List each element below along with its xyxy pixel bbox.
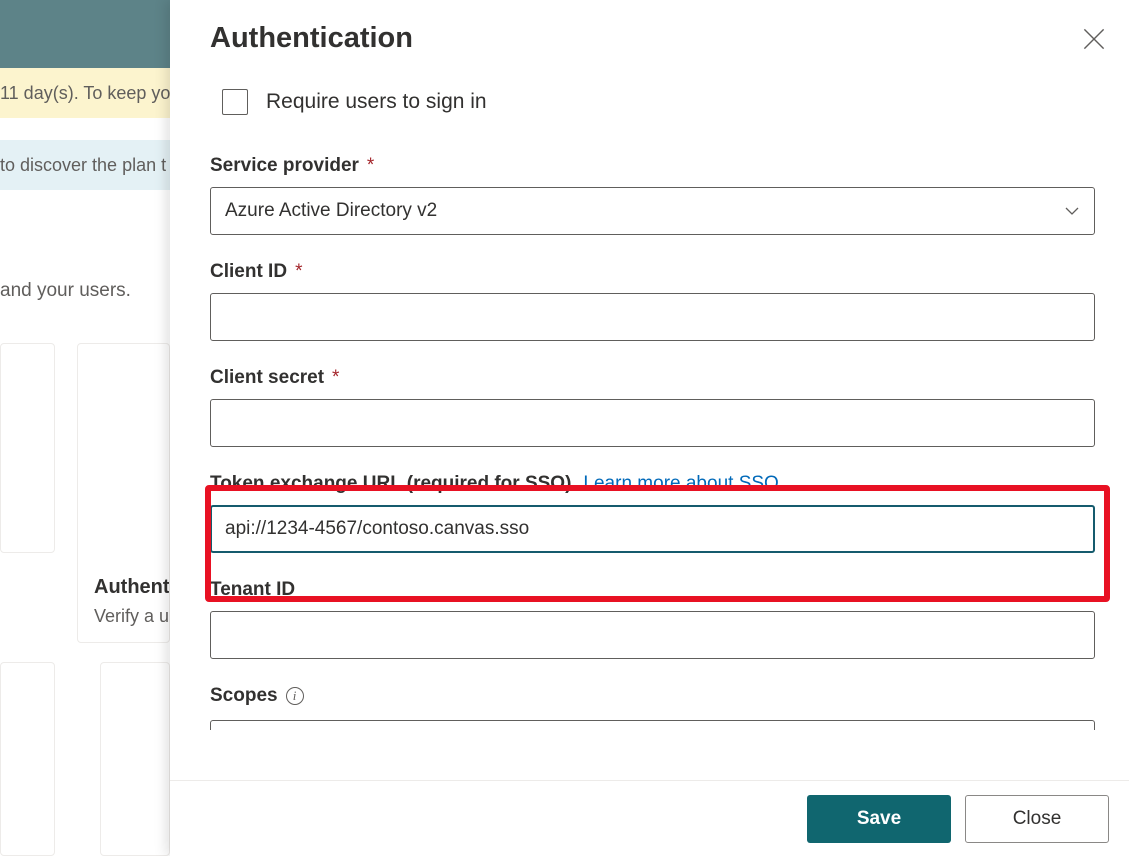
label-text: Scopes bbox=[210, 685, 278, 707]
client-secret-input[interactable] bbox=[210, 399, 1095, 447]
token-exchange-label: Token exchange URL (required for SSO) Le… bbox=[210, 473, 1095, 495]
require-signin-checkbox[interactable] bbox=[222, 89, 248, 115]
service-provider-select[interactable]: Azure Active Directory v2 bbox=[210, 187, 1095, 235]
token-exchange-group: Token exchange URL (required for SSO) Le… bbox=[210, 473, 1095, 553]
info-banner-text: to discover the plan t bbox=[0, 155, 166, 176]
info-icon[interactable]: i bbox=[286, 687, 304, 705]
scopes-input[interactable] bbox=[210, 720, 1095, 730]
label-text: Token exchange URL (required for SSO) bbox=[210, 473, 571, 495]
token-exchange-input[interactable] bbox=[210, 505, 1095, 553]
section-helper-text: and your users. bbox=[0, 280, 131, 302]
trial-banner: 11 day(s). To keep yo bbox=[0, 68, 170, 118]
client-id-label: Client ID * bbox=[210, 261, 1095, 283]
bg-card bbox=[0, 662, 55, 856]
client-id-input[interactable] bbox=[210, 293, 1095, 341]
bg-card-title: Authent bbox=[94, 576, 170, 599]
panel-title: Authentication bbox=[210, 22, 1095, 55]
bg-card-subtitle: Verify a u bbox=[94, 606, 169, 627]
tenant-id-label: Tenant ID bbox=[210, 579, 1095, 601]
learn-more-sso-link[interactable]: Learn more about SSO bbox=[583, 473, 778, 495]
trial-banner-text: 11 day(s). To keep yo bbox=[0, 83, 170, 104]
save-button[interactable]: Save bbox=[807, 795, 951, 843]
scopes-group: Scopes i bbox=[210, 685, 1095, 735]
scopes-label: Scopes i bbox=[210, 685, 1095, 707]
chevron-down-icon bbox=[1064, 203, 1080, 219]
client-id-group: Client ID * bbox=[210, 261, 1095, 341]
bg-card bbox=[0, 343, 55, 553]
close-button[interactable]: Close bbox=[965, 795, 1109, 843]
required-asterisk: * bbox=[332, 367, 339, 389]
required-asterisk: * bbox=[367, 155, 374, 177]
bg-card bbox=[100, 662, 170, 856]
bg-card-authentication: Authent Verify a u bbox=[77, 343, 170, 643]
require-signin-label: Require users to sign in bbox=[266, 90, 487, 114]
label-text: Service provider bbox=[210, 155, 359, 177]
tenant-id-input[interactable] bbox=[210, 611, 1095, 659]
service-provider-label: Service provider * bbox=[210, 155, 1095, 177]
require-signin-row: Require users to sign in bbox=[222, 89, 1095, 115]
service-provider-group: Service provider * Azure Active Director… bbox=[210, 155, 1095, 235]
client-secret-group: Client secret * bbox=[210, 367, 1095, 447]
tenant-id-group: Tenant ID bbox=[210, 579, 1095, 659]
client-secret-label: Client secret * bbox=[210, 367, 1095, 389]
label-text: Client ID bbox=[210, 261, 287, 283]
label-text: Tenant ID bbox=[210, 579, 295, 601]
info-banner: to discover the plan t bbox=[0, 140, 170, 190]
label-text: Client secret bbox=[210, 367, 324, 389]
panel-body: Authentication Require users to sign in … bbox=[210, 22, 1095, 776]
panel-footer: Save Close bbox=[170, 780, 1129, 856]
app-header-strip bbox=[0, 0, 170, 68]
required-asterisk: * bbox=[295, 261, 302, 283]
select-value: Azure Active Directory v2 bbox=[225, 200, 437, 222]
authentication-panel: Authentication Require users to sign in … bbox=[170, 0, 1129, 856]
